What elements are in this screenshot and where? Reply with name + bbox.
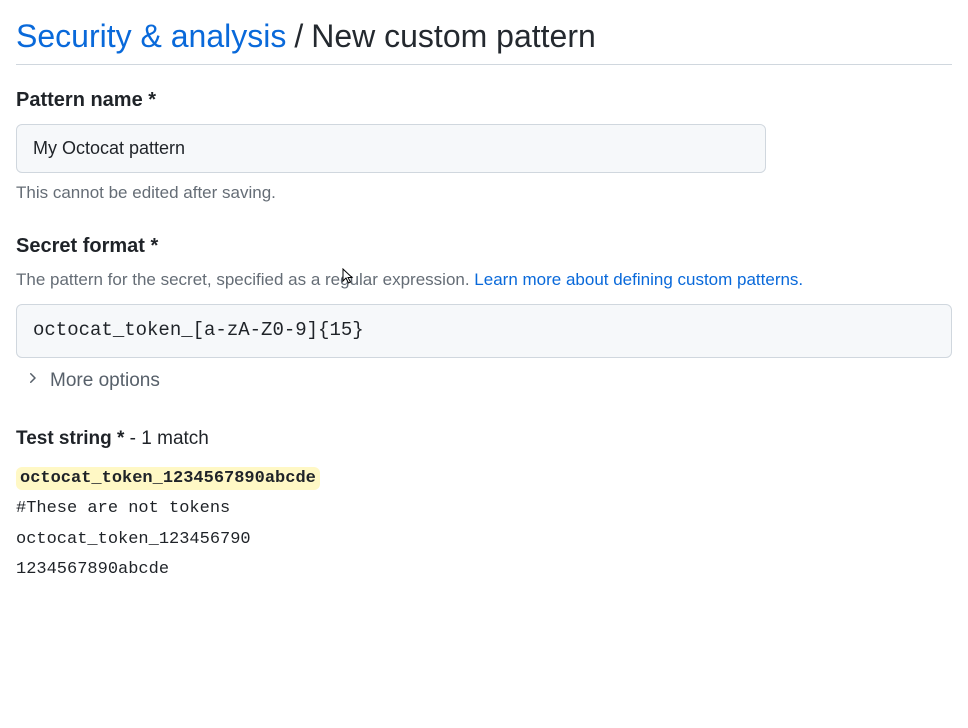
test-line: #These are not tokens — [16, 494, 952, 525]
breadcrumb-separator: / — [294, 16, 303, 56]
test-string-label: Test string * - 1 match — [16, 428, 952, 450]
pattern-name-label: Pattern name * — [16, 89, 952, 112]
test-line: octocat_token_1234567890abcde — [16, 464, 952, 495]
more-options-label: More options — [50, 370, 160, 392]
secret-format-label: Secret format * — [16, 235, 952, 258]
pattern-name-help: This cannot be edited after saving. — [16, 183, 952, 203]
test-line: octocat_token_123456790 — [16, 525, 952, 556]
breadcrumb: Security & analysis / New custom pattern — [16, 16, 952, 56]
test-string-group: Test string * - 1 match octocat_token_12… — [16, 428, 952, 586]
learn-more-link[interactable]: Learn more about defining custom pattern… — [474, 270, 803, 289]
chevron-right-icon — [24, 370, 40, 392]
pattern-name-input[interactable] — [16, 124, 766, 173]
secret-format-desc-text: The pattern for the secret, specified as… — [16, 270, 474, 289]
test-string-label-bold: Test string * — [16, 428, 124, 449]
breadcrumb-current: New custom pattern — [311, 16, 596, 56]
test-string-area[interactable]: octocat_token_1234567890abcde #These are … — [16, 464, 952, 586]
breadcrumb-parent-link[interactable]: Security & analysis — [16, 16, 286, 56]
test-string-match-count: - 1 match — [124, 428, 208, 449]
more-options-toggle[interactable]: More options — [24, 366, 160, 396]
test-line-match: octocat_token_1234567890abcde — [16, 467, 320, 490]
test-line: 1234567890abcde — [16, 555, 952, 586]
secret-format-description: The pattern for the secret, specified as… — [16, 270, 952, 290]
pattern-name-group: Pattern name * This cannot be edited aft… — [16, 89, 952, 203]
page-header: Security & analysis / New custom pattern — [16, 16, 952, 65]
secret-format-group: Secret format * The pattern for the secr… — [16, 235, 952, 396]
secret-format-input[interactable] — [16, 304, 952, 358]
